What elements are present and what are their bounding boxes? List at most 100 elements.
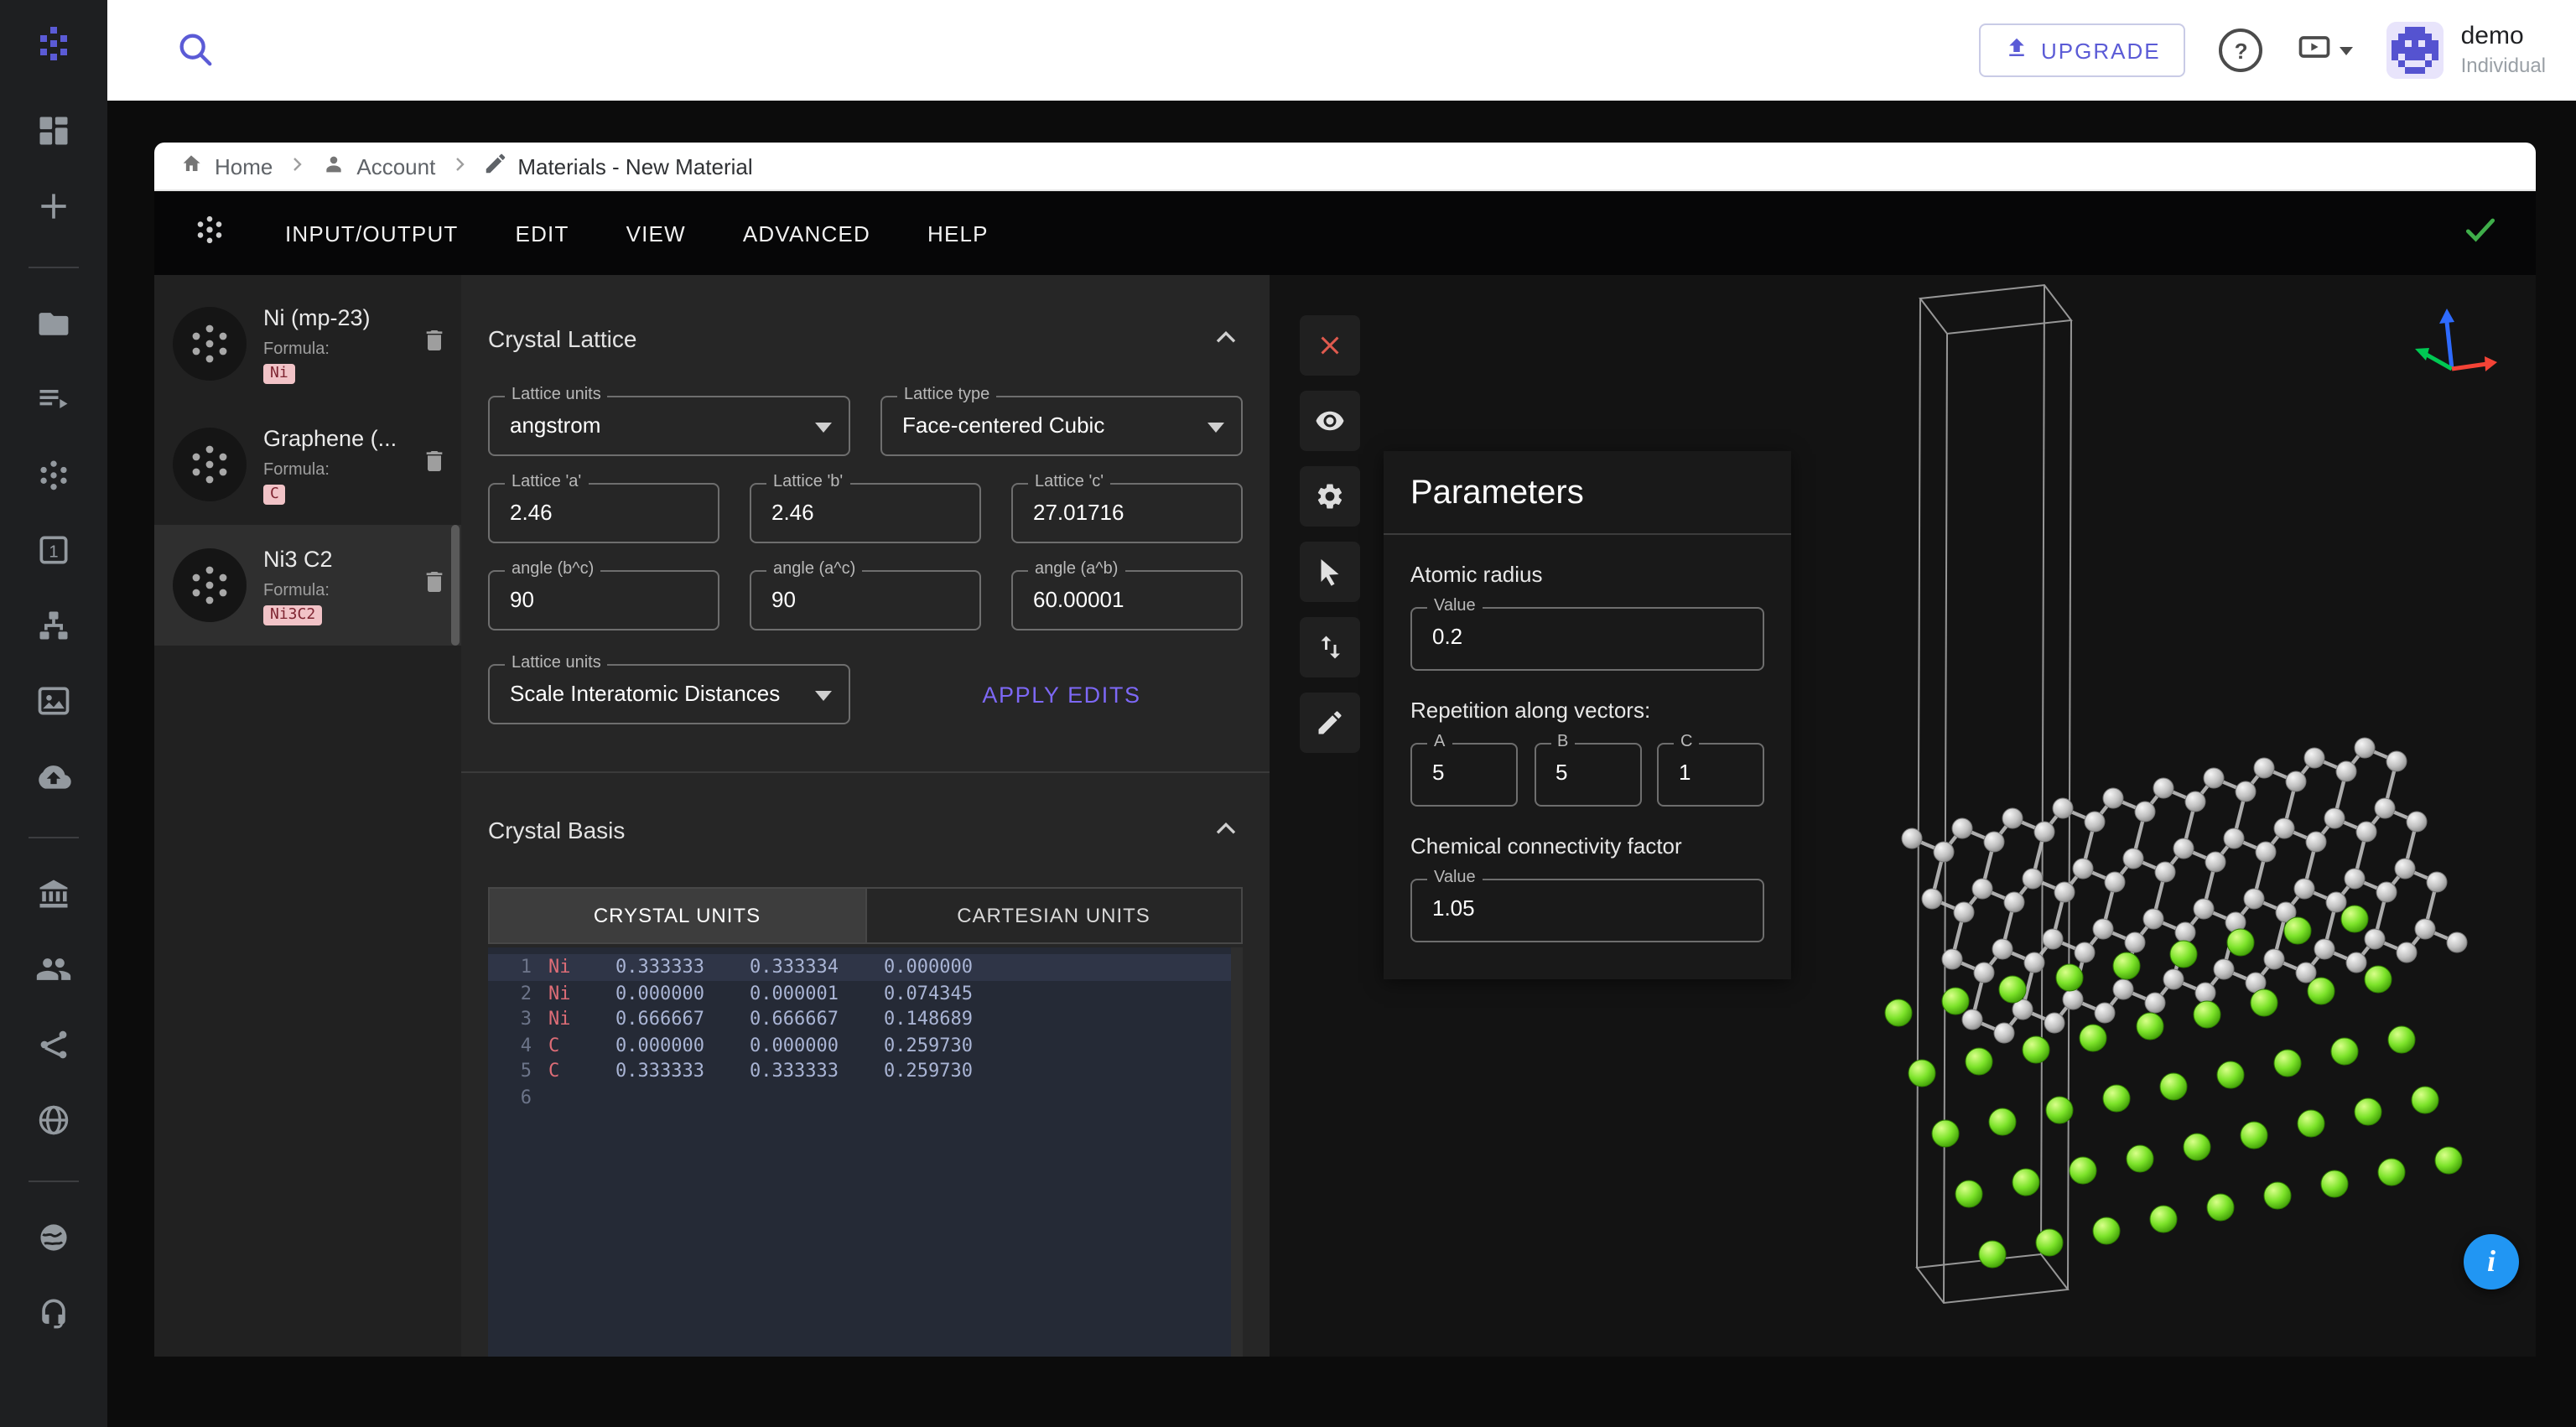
search-icon[interactable]: [174, 29, 218, 72]
screen-share-menu[interactable]: [2297, 28, 2354, 73]
materials-molecule-icon[interactable]: [35, 456, 72, 493]
upgrade-button[interactable]: UPGRADE: [1979, 23, 2186, 77]
dashboard-icon[interactable]: [35, 112, 72, 149]
top-bar: UPGRADE ? demo Individual: [107, 0, 2576, 101]
repetition-c-input[interactable]: C 1: [1657, 743, 1764, 807]
section-title: Crystal Lattice: [488, 325, 636, 352]
workflow-tree-icon[interactable]: [35, 607, 72, 644]
angle-gamma-input[interactable]: angle (a^b) 60.00001: [1011, 570, 1243, 630]
visibility-eye-icon[interactable]: [1300, 391, 1360, 451]
people-icon[interactable]: [35, 951, 72, 988]
support-headset-icon[interactable]: [35, 1295, 72, 1331]
scrollbar-thumb[interactable]: [451, 525, 460, 646]
atomic-radius-label: Atomic radius: [1410, 562, 1764, 587]
material-list-item[interactable]: Graphene (... Formula: C: [154, 404, 461, 525]
apply-edits-button[interactable]: APPLY EDITS: [972, 680, 1150, 708]
lattice-c-input[interactable]: Lattice 'c' 27.01716: [1011, 483, 1243, 543]
avatar: [2387, 22, 2444, 79]
divider: [1384, 533, 1791, 535]
pencil-icon: [482, 151, 507, 181]
section-title: Crystal Basis: [488, 817, 625, 843]
lattice-a-input[interactable]: Lattice 'a' 2.46: [488, 483, 719, 543]
parameters-title: Parameters: [1410, 475, 1764, 513]
repetition-b-input[interactable]: B 5: [1534, 743, 1641, 807]
organization-bank-icon[interactable]: [35, 875, 72, 912]
material-list-item[interactable]: Ni (mp-23) Formula: Ni: [154, 283, 461, 404]
delete-material-icon[interactable]: [421, 568, 448, 603]
collapse-section-icon[interactable]: [1209, 322, 1243, 355]
collapse-section-icon[interactable]: [1209, 813, 1243, 847]
tab-crystal-units[interactable]: CRYSTAL UNITS: [490, 889, 865, 942]
menu-edit[interactable]: EDIT: [516, 221, 569, 246]
upload-icon: [2004, 35, 2029, 65]
chevron-down-icon: [815, 691, 832, 701]
material-title: Ni3 C2: [263, 546, 408, 571]
code-line[interactable]: 4C0.0000000.0000000.259730: [488, 1032, 1243, 1058]
delete-material-icon[interactable]: [421, 326, 448, 361]
lattice-b-input[interactable]: Lattice 'b' 2.46: [750, 483, 981, 543]
brand-logo-icon[interactable]: [34, 23, 74, 72]
jobs-list-icon[interactable]: [35, 381, 72, 418]
edit-pencil-icon[interactable]: [1300, 693, 1360, 753]
scrollbar[interactable]: [1231, 947, 1243, 1357]
connectivity-input[interactable]: Value 1.05: [1410, 879, 1764, 942]
angle-beta-input[interactable]: angle (a^c) 90: [750, 570, 981, 630]
chevron-down-icon: [2340, 46, 2354, 54]
code-line[interactable]: 2Ni0.0000000.0000010.074345: [488, 980, 1243, 1006]
atomic-radius-input[interactable]: Value 0.2: [1410, 607, 1764, 671]
section-divider: [461, 771, 1270, 773]
lattice-units-scale-select[interactable]: Lattice units Scale Interatomic Distance…: [488, 664, 850, 724]
select-cursor-icon[interactable]: [1300, 542, 1360, 602]
breadcrumb-home[interactable]: Home: [178, 150, 273, 182]
delete-material-icon[interactable]: [421, 447, 448, 482]
code-line[interactable]: 1Ni0.3333330.3333340.000000: [488, 954, 1243, 980]
material-list-item-selected[interactable]: Ni3 C2 Formula: Ni3C2: [154, 525, 461, 646]
connectivity-label: Chemical connectivity factor: [1410, 833, 1764, 859]
menu-help[interactable]: HELP: [927, 221, 989, 246]
app-root: 1 UPGRADE ?: [0, 0, 2576, 1427]
formula-chip: Ni3C2: [263, 605, 322, 625]
viewer-3d[interactable]: Parameters Atomic radius Value 0.2 Repet…: [1270, 275, 2536, 1357]
material-thumbnail: [171, 305, 248, 382]
help-icon[interactable]: ?: [2220, 29, 2263, 72]
parameters-panel: Parameters Atomic radius Value 0.2 Repet…: [1384, 451, 1791, 979]
add-icon[interactable]: [35, 188, 72, 225]
settings-gear-icon[interactable]: [1300, 466, 1360, 527]
info-button[interactable]: i: [2464, 1234, 2519, 1289]
menu-advanced[interactable]: ADVANCED: [743, 221, 870, 246]
user-plan: Individual: [2461, 54, 2546, 79]
breadcrumb-account[interactable]: Account: [319, 150, 435, 182]
gallery-icon[interactable]: [35, 682, 72, 719]
share-icon[interactable]: [35, 1026, 72, 1063]
designer-window: Home Account Materials - New Material IN…: [154, 143, 2536, 1355]
close-icon[interactable]: [1300, 315, 1360, 376]
svg-text:1: 1: [49, 542, 58, 561]
formula-chip: C: [263, 484, 286, 504]
menu-input-output[interactable]: INPUT/OUTPUT: [285, 221, 459, 246]
code-line[interactable]: 6: [488, 1084, 1243, 1110]
materials-list: Ni (mp-23) Formula: Ni Graphene (... For…: [154, 275, 461, 1357]
lattice-units-select[interactable]: Lattice units angstrom: [488, 396, 850, 456]
rail-divider: [29, 267, 79, 268]
globe-icon[interactable]: [35, 1102, 72, 1139]
entity-count-icon[interactable]: 1: [35, 532, 72, 568]
account-menu[interactable]: demo Individual: [2387, 22, 2546, 79]
tab-cartesian-units[interactable]: CARTESIAN UNITS: [865, 889, 1241, 942]
unit-cell-wireframe: [1917, 285, 2071, 1303]
basis-code-editor[interactable]: 1Ni0.3333330.3333340.000000 2Ni0.0000000…: [488, 947, 1243, 1357]
angle-alpha-input[interactable]: angle (b^c) 90: [488, 570, 719, 630]
save-check-icon[interactable]: [2462, 210, 2499, 256]
menu-view[interactable]: VIEW: [626, 221, 686, 246]
basis-units-tabs: CRYSTAL UNITS CARTESIAN UNITS: [488, 887, 1243, 944]
code-line[interactable]: 5C0.3333330.3333330.259730: [488, 1058, 1243, 1084]
code-line[interactable]: 3Ni0.6666670.6666670.148689: [488, 1006, 1243, 1032]
repetition-a-input[interactable]: A 5: [1410, 743, 1518, 807]
lattice-type-select[interactable]: Lattice type Face-centered Cubic: [880, 396, 1243, 456]
breadcrumb-current: Materials - New Material: [482, 151, 752, 181]
import-export-icon[interactable]: [1300, 617, 1360, 677]
public-web-icon[interactable]: [35, 1219, 72, 1256]
left-rail: 1: [0, 0, 107, 1427]
axes-gizmo-icon[interactable]: [2398, 302, 2499, 401]
folder-icon[interactable]: [35, 305, 72, 342]
cloud-upload-icon[interactable]: [35, 758, 72, 795]
